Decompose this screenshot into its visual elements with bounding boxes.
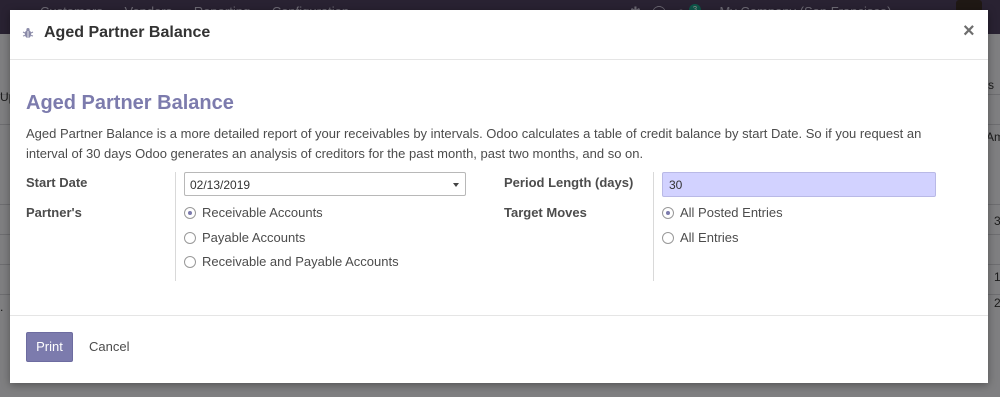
report-heading: Aged Partner Balance (26, 92, 234, 114)
radio-label: All Posted Entries (680, 205, 783, 220)
radio-button[interactable] (184, 232, 196, 244)
period-length-input[interactable]: 30 (662, 172, 936, 197)
partners-label: Partner's (26, 205, 82, 220)
modal-title: Aged Partner Balance (44, 24, 211, 41)
modal-header: Aged Partner Balance × (10, 10, 988, 60)
modal-footer: Print Cancel (10, 315, 988, 384)
period-length-label: Period Length (days) (504, 175, 634, 190)
start-date-value: 02/13/2019 (190, 178, 251, 192)
radio-button[interactable] (184, 256, 196, 268)
radio-label: Receivable Accounts (202, 205, 323, 220)
cancel-button[interactable]: Cancel (89, 339, 129, 354)
radio-button[interactable] (662, 207, 674, 219)
field-divider (175, 172, 176, 281)
target-moves-label: Target Moves (504, 205, 587, 220)
radio-label: Receivable and Payable Accounts (202, 254, 399, 269)
start-date-input[interactable]: 02/13/2019 (184, 172, 466, 196)
radio-label: All Entries (680, 230, 739, 245)
radio-button[interactable] (662, 232, 674, 244)
report-description: Aged Partner Balance is a more detailed … (26, 126, 922, 161)
radio-label: Payable Accounts (202, 230, 306, 245)
radio-button[interactable] (184, 207, 196, 219)
print-button[interactable]: Print (26, 332, 73, 362)
close-icon[interactable]: × (963, 21, 975, 41)
bug-icon (22, 28, 34, 38)
aged-partner-balance-dialog: Aged Partner Balance × Aged Partner Bala… (10, 10, 988, 383)
field-divider (653, 172, 654, 281)
chevron-down-icon[interactable] (453, 183, 459, 187)
start-date-label: Start Date (26, 175, 88, 190)
period-length-value: 30 (669, 178, 683, 192)
